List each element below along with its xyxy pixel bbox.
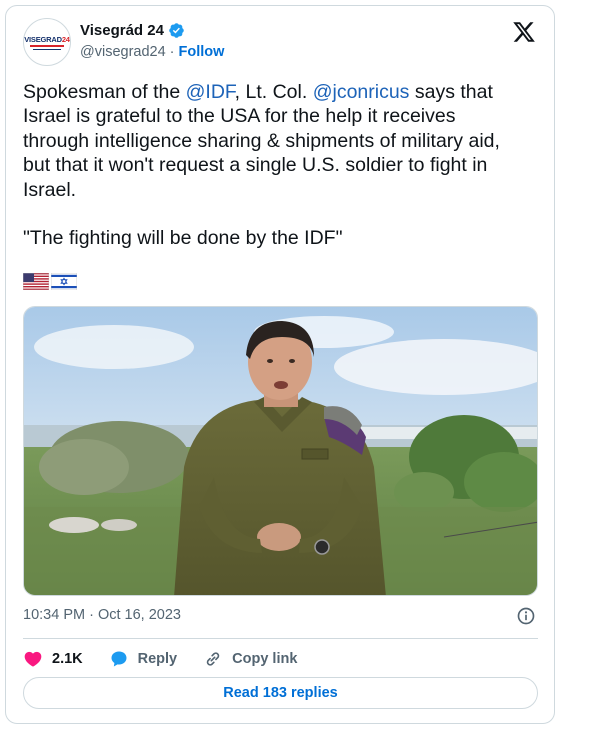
author-handle[interactable]: @visegrad24: [80, 44, 166, 60]
reply-button[interactable]: Reply: [109, 649, 178, 669]
media-photo: [24, 307, 537, 595]
israel-flag-icon: [51, 273, 77, 290]
avatar[interactable]: VISEGRAD24: [23, 18, 71, 66]
tweet-text-part: , Lt. Col.: [234, 81, 313, 103]
x-logo-icon[interactable]: [512, 20, 536, 44]
copy-link-button[interactable]: Copy link: [203, 649, 297, 669]
us-flag-icon: [23, 273, 49, 290]
tweet-text: Spokesman of the @IDF, Lt. Col. @jconric…: [23, 80, 538, 251]
author-handle-row: @visegrad24 · Follow: [80, 44, 224, 60]
mention-jconricus[interactable]: @jconricus: [313, 81, 410, 103]
link-icon: [206, 652, 220, 666]
flag-emojis: [23, 273, 77, 290]
tweet-quote: "The fighting will be done by the IDF": [23, 227, 343, 250]
like-count: 2.1K: [52, 651, 83, 667]
reply-label: Reply: [137, 651, 178, 667]
info-icon[interactable]: [516, 606, 536, 626]
tweet-timestamp[interactable]: 10:34 PM · Oct 16, 2023: [23, 607, 181, 623]
tweet-media-image[interactable]: [23, 306, 538, 596]
verified-badge-icon: [169, 23, 184, 38]
tweet-actions: 2.1K Reply Copy link: [23, 646, 323, 672]
read-replies-button[interactable]: Read 183 replies: [23, 677, 538, 709]
tweet-text-part: Spokesman of the: [23, 81, 186, 103]
follow-button[interactable]: Follow: [179, 44, 225, 60]
reply-bubble-icon: [111, 651, 127, 667]
mention-idf[interactable]: @IDF: [186, 81, 235, 103]
heart-icon: [24, 651, 42, 667]
like-button[interactable]: 2.1K: [23, 649, 83, 669]
author-display-name[interactable]: Visegrád 24: [80, 22, 164, 39]
author-name-row: Visegrád 24: [80, 22, 185, 39]
divider: [23, 638, 538, 639]
handle-separator: ·: [169, 44, 175, 60]
copy-link-label: Copy link: [232, 651, 298, 667]
avatar-logo-number: 24: [61, 34, 70, 44]
avatar-logo-text: VISEGRAD: [24, 34, 62, 44]
tweet-card: VISEGRAD24 Visegrád 24 @visegrad24 · Fol…: [5, 5, 555, 724]
